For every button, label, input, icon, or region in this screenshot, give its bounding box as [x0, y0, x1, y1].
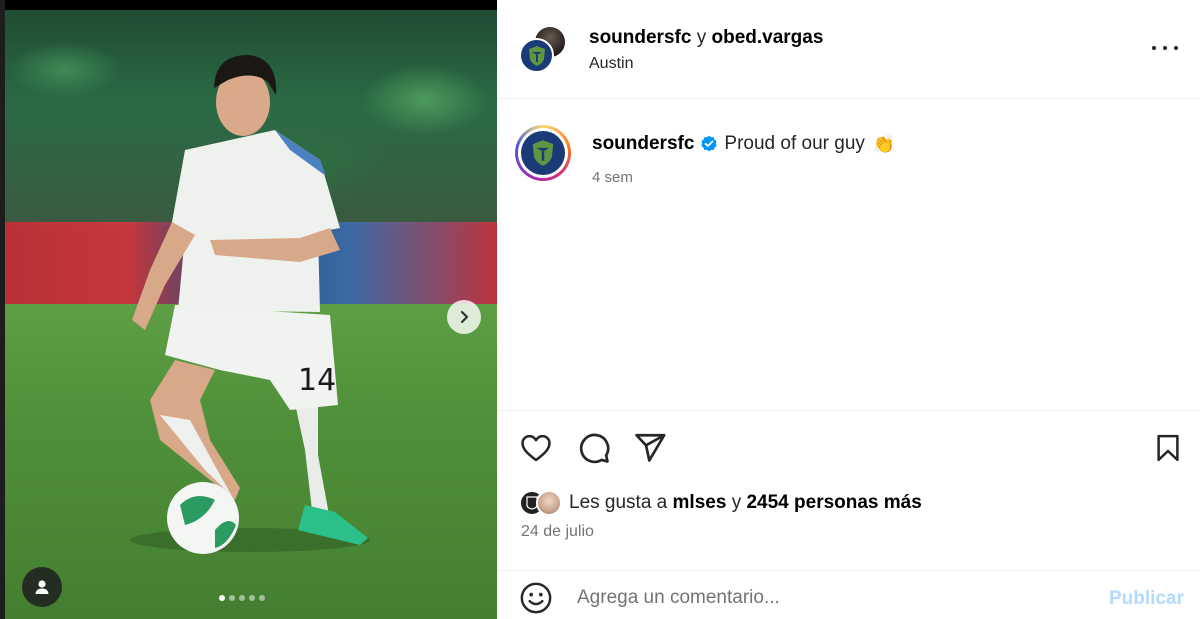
comment-icon: [579, 433, 610, 464]
comment-button[interactable]: [576, 430, 612, 466]
chevron-right-icon: [460, 310, 469, 324]
emoji-icon: [520, 582, 552, 614]
post-date[interactable]: 24 de julio: [521, 523, 594, 541]
carousel-dot: [239, 595, 245, 601]
club-crest-icon: [528, 45, 545, 66]
publish-button[interactable]: Publicar: [1109, 588, 1184, 610]
caption-author-username[interactable]: soundersfc: [592, 133, 694, 155]
likes-prefix: Les gusta a: [569, 492, 668, 513]
like-button[interactable]: [518, 430, 554, 466]
more-options-icon: [1152, 46, 1156, 50]
author-avatar[interactable]: [519, 38, 554, 73]
carousel-indicator: [219, 595, 265, 601]
author-username[interactable]: soundersfc: [589, 27, 691, 48]
emoji-picker-button[interactable]: [519, 581, 553, 615]
avatar-inner: [518, 128, 568, 178]
caption-text: Proud of our guy: [724, 133, 865, 154]
next-image-button[interactable]: [447, 300, 481, 334]
carousel-dot: [259, 595, 265, 601]
club-crest-icon: [532, 140, 554, 166]
post-actions-area: Les gusta a mlses y 2454 personas más 24…: [497, 411, 1200, 571]
story-ring-avatar[interactable]: [515, 125, 571, 181]
post-media[interactable]: 14: [0, 0, 497, 619]
svg-text:14: 14: [298, 363, 336, 398]
more-options-icon: [1174, 46, 1178, 50]
liker-avatar[interactable]: [536, 490, 562, 516]
comment-bar: Publicar: [497, 571, 1200, 619]
likes-text: Les gusta a mlses y 2454 personas más: [569, 492, 922, 514]
post-header: soundersfc y obed.vargas Austin: [497, 0, 1200, 99]
heart-icon: [521, 434, 551, 462]
share-button[interactable]: [632, 430, 668, 466]
caption-author-avatar: [521, 131, 565, 175]
verified-badge-icon: [701, 135, 718, 152]
verified-badge: [700, 135, 718, 153]
tagged-users-button[interactable]: [22, 567, 62, 607]
share-icon: [635, 433, 666, 462]
post-location[interactable]: Austin: [589, 55, 633, 73]
carousel-dot: [249, 595, 255, 601]
authors-conjunction: y: [696, 27, 707, 48]
carousel-dot: [229, 595, 235, 601]
carousel-dot: [219, 595, 225, 601]
clapping-hands-emoji: 👏: [872, 133, 896, 154]
more-options-icon: [1163, 46, 1167, 50]
caption-time-ago[interactable]: 4 sem: [592, 169, 633, 186]
soccer-player-photo: 14: [130, 55, 370, 554]
collab-avatars[interactable]: [519, 25, 567, 73]
post-caption-area: soundersfc Proud of our guy 👏 4 sem: [497, 99, 1200, 411]
post-authors: soundersfc y obed.vargas: [589, 27, 823, 49]
collaborator-username[interactable]: obed.vargas: [711, 27, 823, 48]
more-options-button[interactable]: [1152, 38, 1178, 58]
likes-summary: Les gusta a mlses y 2454 personas más: [519, 489, 922, 517]
likes-connector: y: [731, 492, 742, 513]
user-tag-icon: [35, 580, 49, 594]
save-button[interactable]: [1150, 430, 1186, 466]
bookmark-icon: [1157, 434, 1179, 462]
post-details-panel: soundersfc y obed.vargas Austin sounders…: [497, 0, 1200, 619]
likes-count[interactable]: 2454 personas más: [746, 492, 921, 513]
comment-input[interactable]: [577, 583, 1077, 613]
caption-line: soundersfc Proud of our guy 👏: [592, 133, 895, 155]
liker-username[interactable]: mlses: [673, 492, 727, 513]
